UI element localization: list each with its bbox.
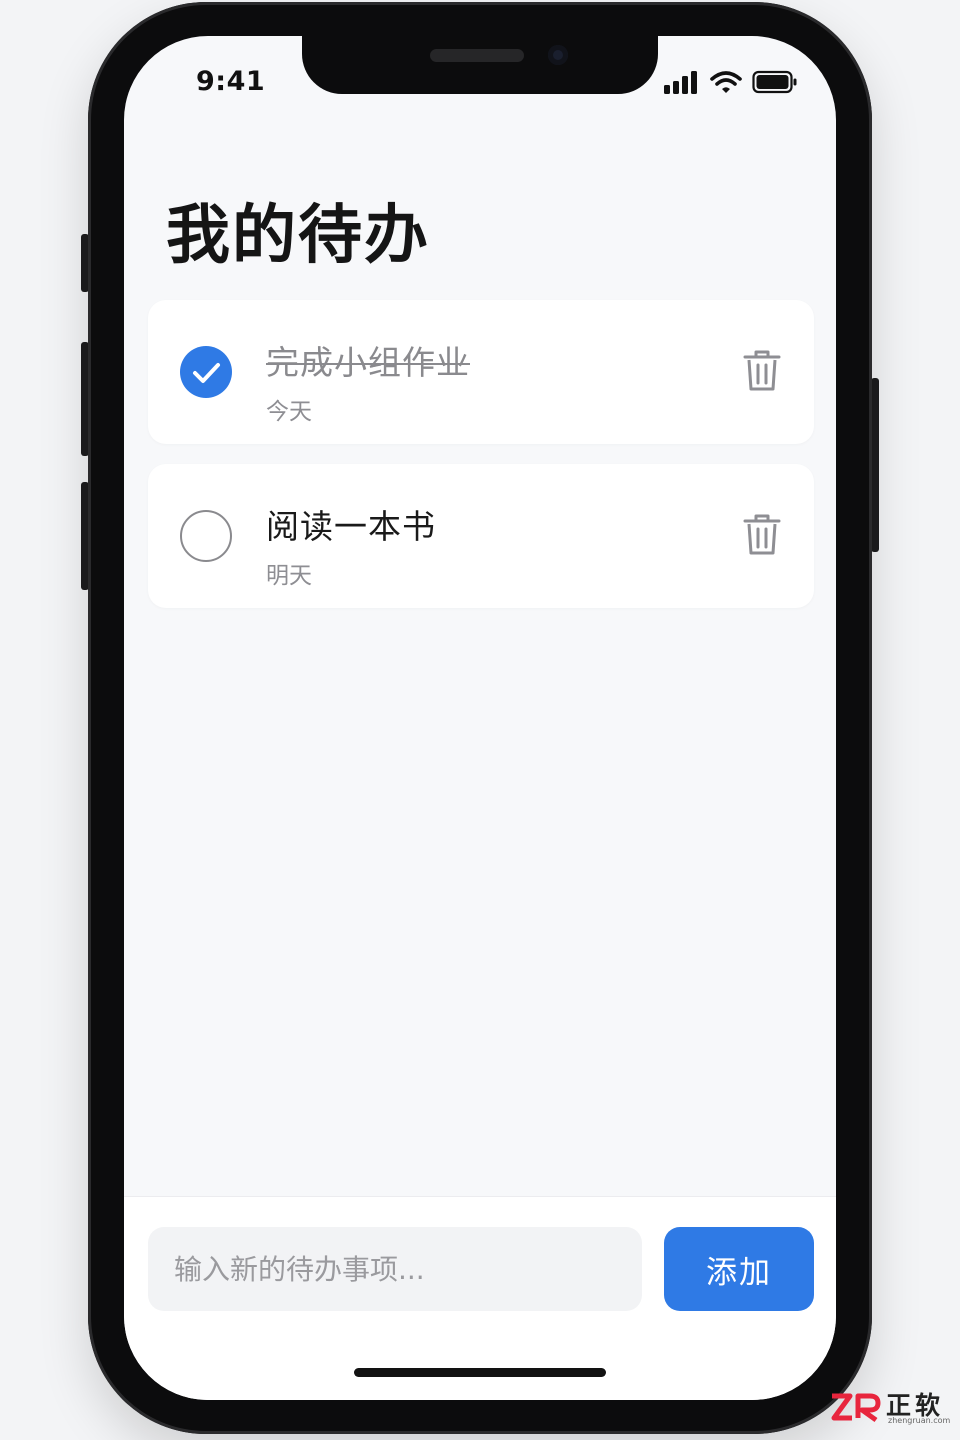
status-time: 9:41 — [196, 66, 266, 97]
todo-date: 明天 — [266, 563, 312, 589]
todo-checkbox[interactable] — [180, 510, 232, 562]
wifi-icon — [710, 71, 742, 93]
trash-icon[interactable] — [742, 512, 782, 556]
todo-date: 今天 — [266, 399, 312, 425]
signal-icon — [664, 71, 697, 94]
phone-screen: 9:41 我的待办 完成小组作业 今天 阅读一本书 明天 输入新的待办事项...… — [124, 36, 836, 1400]
todo-list: 完成小组作业 今天 阅读一本书 明天 — [148, 300, 814, 628]
todo-item[interactable]: 完成小组作业 今天 — [148, 300, 814, 444]
battery-icon — [752, 70, 797, 94]
watermark: 正软 zhengruan.com — [828, 1386, 958, 1436]
todo-title: 完成小组作业 — [266, 343, 470, 382]
page-title: 我的待办 — [166, 199, 430, 273]
add-button[interactable]: 添加 — [664, 1227, 814, 1311]
speaker-grille — [430, 49, 524, 62]
checkmark-icon — [193, 363, 220, 383]
trash-icon[interactable] — [742, 348, 782, 392]
watermark-site: zhengruan.com — [888, 1416, 951, 1425]
zr-logo-icon — [831, 1393, 881, 1423]
notch — [302, 36, 658, 94]
todo-item[interactable]: 阅读一本书 明天 — [148, 464, 814, 608]
home-indicator[interactable] — [354, 1368, 606, 1377]
status-icons — [664, 70, 798, 94]
new-todo-input[interactable] — [148, 1227, 642, 1311]
front-camera — [548, 45, 568, 65]
todo-checkbox[interactable] — [180, 346, 232, 398]
power-button — [871, 378, 879, 552]
todo-title: 阅读一本书 — [266, 507, 436, 546]
